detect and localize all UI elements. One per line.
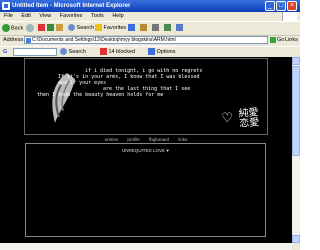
kanji-text: 純愛 恋愛: [238, 107, 260, 130]
search-icon: [68, 24, 75, 32]
page-icon: [26, 38, 31, 43]
scroll-down-button[interactable]: [292, 235, 300, 243]
search-button[interactable]: Search: [68, 24, 94, 33]
toolbar-search-label: Search: [68, 49, 86, 55]
title-bar: Untitled Item - Microsoft Internet Explo…: [0, 0, 300, 12]
nav-link-links[interactable]: links: [178, 137, 187, 142]
favorites-button[interactable]: Favorites: [95, 24, 126, 33]
header-banner: if i died tonight, i go with no regrets …: [24, 58, 268, 135]
toolbar-search-button[interactable]: Search: [60, 47, 86, 57]
browser-window: Untitled Item - Microsoft Internet Explo…: [0, 0, 300, 250]
media-icon: [128, 24, 135, 32]
nav-link-entries[interactable]: entries: [105, 137, 119, 142]
back-button[interactable]: Back: [2, 24, 23, 33]
address-url: C:\Documents and Settings\12\Desktop\myy…: [32, 37, 176, 43]
scroll-thumb[interactable]: [292, 66, 300, 156]
blocked-icon: [100, 48, 107, 56]
close-button[interactable]: ×: [287, 1, 297, 11]
menu-file[interactable]: File: [4, 13, 13, 19]
menu-view[interactable]: View: [39, 13, 51, 19]
address-input[interactable]: C:\Documents and Settings\12\Desktop\myy…: [24, 36, 268, 44]
vertical-scrollbar[interactable]: [292, 57, 300, 243]
menu-tools[interactable]: Tools: [91, 13, 104, 19]
kanji-label: 純愛 恋愛: [238, 107, 260, 130]
discuss-button[interactable]: [176, 24, 183, 33]
forward-arrow-icon: [26, 24, 34, 32]
menu-help[interactable]: Help: [112, 13, 123, 19]
refresh-button[interactable]: [47, 24, 54, 33]
standard-toolbar: Back Search Favorites: [0, 21, 300, 36]
edit-icon: [164, 24, 171, 32]
forward-button[interactable]: [26, 24, 35, 33]
heart-icon: ♡: [221, 110, 233, 125]
stop-button[interactable]: [38, 24, 45, 33]
menu-bar: File Edit View Favorites Tools Help: [0, 12, 300, 21]
maximize-button[interactable]: □: [276, 1, 286, 11]
toolbar-search-input[interactable]: [13, 48, 57, 56]
mail-button[interactable]: [140, 24, 147, 33]
google-toolbar: G Search 14 blocked Options: [0, 46, 300, 57]
nav-link-profile[interactable]: profile: [127, 137, 139, 142]
menu-favorites[interactable]: Favorites: [60, 13, 83, 19]
address-label: Address: [3, 37, 24, 43]
print-button[interactable]: [152, 24, 159, 33]
options-label: Options: [156, 49, 176, 55]
home-icon: [56, 24, 63, 32]
minimize-button[interactable]: _: [265, 1, 275, 11]
search-icon: [60, 48, 67, 56]
star-icon: [95, 24, 102, 32]
window-title: Untitled Item - Microsoft Internet Explo…: [12, 3, 131, 9]
mail-icon: [140, 24, 147, 32]
edit-button[interactable]: [164, 24, 171, 33]
google-logo: G: [3, 49, 8, 55]
go-button[interactable]: Go: [270, 35, 284, 45]
home-button[interactable]: [56, 24, 63, 33]
nav-link-guestbook[interactable]: fbgbooard: [149, 137, 169, 142]
media-button[interactable]: [128, 24, 135, 33]
lyric-line: then I know the beauty heaven holds for …: [37, 92, 164, 98]
resize-corner[interactable]: [292, 243, 300, 250]
status-bar: [0, 243, 292, 250]
nav-links: entries profile fbgbooard links: [24, 137, 268, 142]
scroll-up-button[interactable]: [292, 57, 300, 65]
options-icon: [148, 48, 155, 56]
ie-icon: [2, 2, 10, 10]
lyric-line: and if your eyes: [58, 80, 107, 86]
windows-logo-icon: [282, 12, 297, 21]
discuss-icon: [176, 24, 183, 32]
content-title: UNREQUITED LOVE ♥: [122, 148, 169, 153]
stop-icon: [38, 24, 45, 32]
refresh-icon: [47, 24, 54, 32]
back-arrow-icon: [2, 24, 10, 32]
popup-blocker-button[interactable]: 14 blocked: [100, 47, 135, 57]
content-box: UNREQUITED LOVE ♥: [25, 143, 266, 237]
menu-edit[interactable]: Edit: [21, 13, 30, 19]
print-icon: [152, 24, 159, 32]
back-label: Back: [11, 25, 24, 32]
address-bar: Address C:\Documents and Settings\12\Des…: [0, 35, 300, 45]
favorites-label: Favorites: [103, 25, 127, 31]
options-button[interactable]: Options: [148, 47, 176, 57]
links-button[interactable]: Links: [285, 35, 298, 45]
search-label: Search: [76, 25, 94, 31]
blocked-label: 14 blocked: [108, 49, 136, 55]
